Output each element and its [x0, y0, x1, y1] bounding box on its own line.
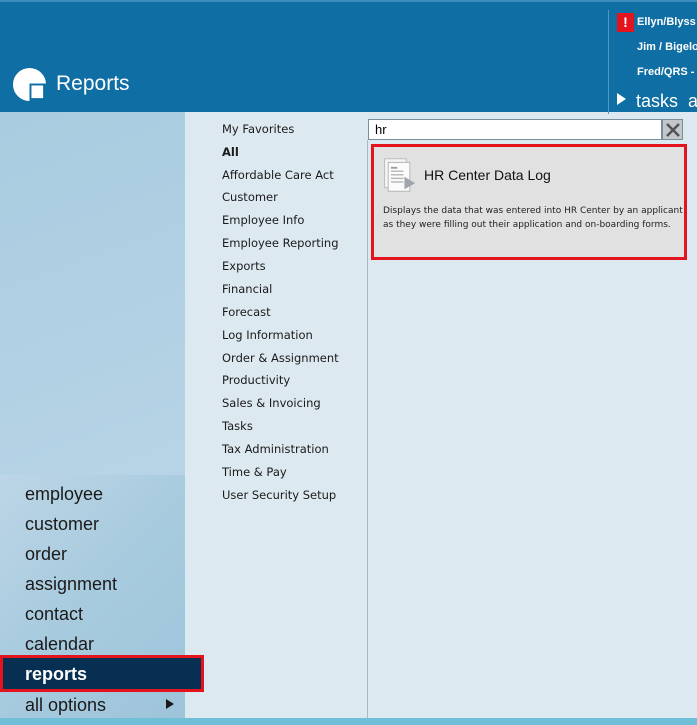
report-description: Displays the data that was entered into … — [383, 206, 683, 230]
clear-search-button[interactable] — [662, 119, 683, 140]
app-logo-icon — [12, 67, 47, 102]
category-employee-reporting[interactable]: Employee Reporting — [222, 236, 339, 250]
nav-item-calendar[interactable]: calendar — [25, 634, 94, 655]
category-sales-invoicing[interactable]: Sales & Invoicing — [222, 396, 321, 410]
tasks-label: tasks — [636, 91, 679, 111]
tasks-link[interactable]: tasks a — [617, 91, 697, 112]
nav-item-reports-label: reports — [25, 664, 88, 684]
category-tax-administration[interactable]: Tax Administration — [222, 442, 329, 456]
category-employee-info[interactable]: Employee Info — [222, 213, 304, 227]
alert-icon[interactable]: ! — [617, 13, 634, 32]
category-my-favorites[interactable]: My Favorites — [222, 122, 294, 136]
recent-record-1[interactable]: Ellyn/Blyss C — [637, 16, 697, 28]
nav-item-employee[interactable]: employee — [25, 484, 103, 505]
header-divider — [608, 10, 609, 114]
recent-record-2[interactable]: Jim / Bigelo — [637, 41, 697, 53]
category-time-pay[interactable]: Time & Pay — [222, 465, 287, 479]
category-forecast[interactable]: Forecast — [222, 305, 271, 319]
category-tasks[interactable]: Tasks — [222, 419, 253, 433]
top-header: Reports ! Ellyn/Blyss C Jim / Bigelo Fre… — [0, 0, 697, 114]
recent-record-3[interactable]: Fred/QRS - — [637, 66, 694, 78]
category-customer[interactable]: Customer — [222, 190, 278, 204]
page-title: Reports — [56, 72, 130, 95]
nav-item-contact[interactable]: contact — [25, 604, 83, 625]
nav-item-order[interactable]: order — [25, 544, 67, 565]
category-financial[interactable]: Financial — [222, 282, 272, 296]
bottom-strip — [0, 718, 697, 725]
chevron-right-icon — [166, 699, 174, 709]
play-icon — [617, 93, 626, 105]
category-affordable-care-act[interactable]: Affordable Care Act — [222, 168, 334, 182]
report-title: HR Center Data Log — [424, 167, 551, 183]
category-all[interactable]: All — [222, 145, 239, 159]
report-card-hr-center-data-log[interactable]: HR Center Data Log Displays the data tha… — [371, 144, 687, 260]
category-productivity[interactable]: Productivity — [222, 373, 290, 387]
category-exports[interactable]: Exports — [222, 259, 266, 273]
report-document-icon — [384, 158, 416, 192]
category-user-security-setup[interactable]: User Security Setup — [222, 488, 336, 502]
nav-item-assignment[interactable]: assignment — [25, 574, 117, 595]
column-divider — [367, 140, 368, 718]
nav-item-customer[interactable]: customer — [25, 514, 99, 535]
close-icon — [666, 123, 680, 137]
category-order-assignment[interactable]: Order & Assignment — [222, 351, 339, 365]
tasks-trailing: a — [688, 91, 697, 111]
category-log-information[interactable]: Log Information — [222, 328, 313, 342]
nav-item-all-options[interactable]: all options — [25, 695, 106, 716]
nav-item-reports[interactable]: reports — [0, 655, 204, 692]
report-search-input[interactable] — [368, 119, 662, 140]
